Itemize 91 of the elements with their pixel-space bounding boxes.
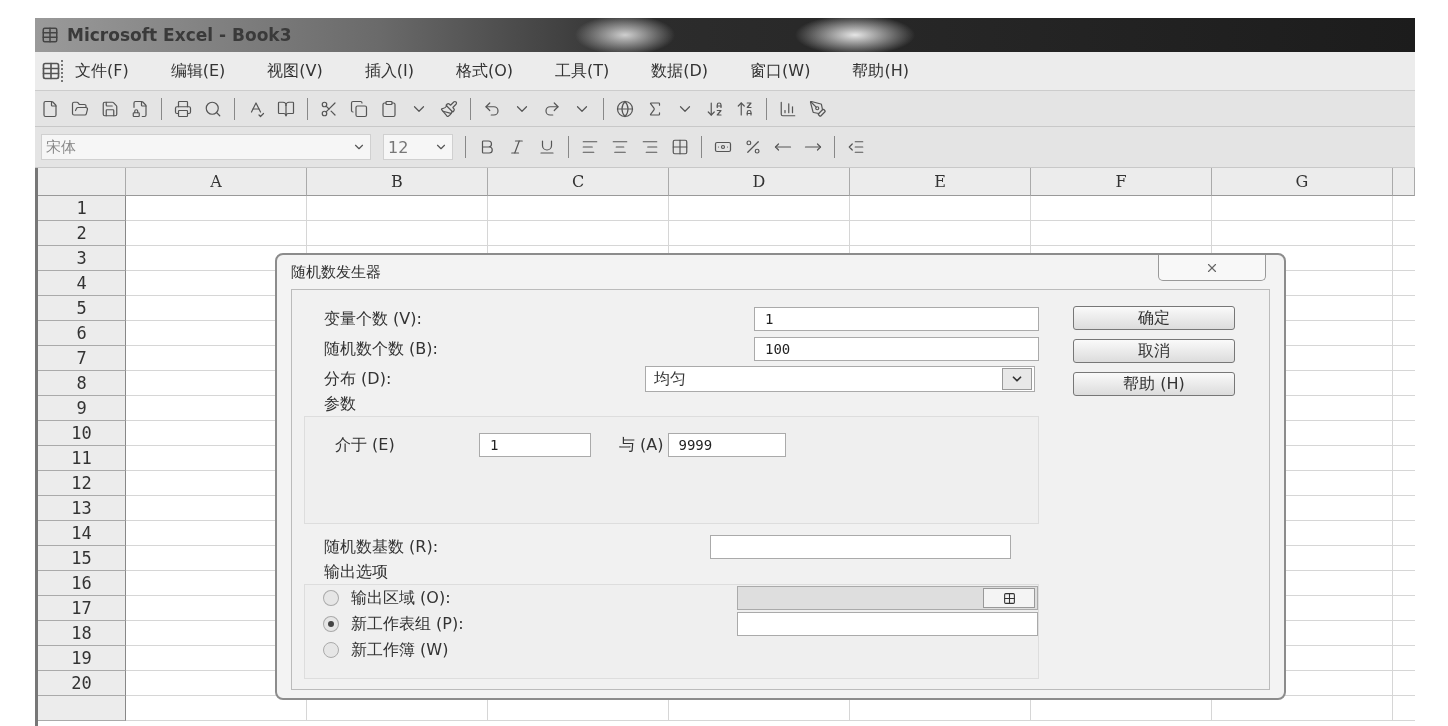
row-header[interactable]: 5 [38, 296, 126, 321]
sort-descending-icon[interactable] [736, 99, 754, 118]
dialog-button[interactable]: 取消 [1073, 339, 1235, 363]
column-header[interactable]: B [307, 168, 488, 196]
underline-icon[interactable] [538, 138, 556, 156]
row-header[interactable]: 19 [38, 646, 126, 671]
column-header[interactable]: F [1031, 168, 1212, 196]
merge-cells-icon[interactable] [671, 138, 689, 156]
folder-icon[interactable] [71, 99, 89, 118]
row-header[interactable]: 6 [38, 321, 126, 346]
undo-icon[interactable] [483, 99, 501, 118]
field-label: 与 (A) [619, 434, 664, 456]
close-button[interactable] [1158, 255, 1266, 281]
row-header[interactable]: 9 [38, 396, 126, 421]
italic-icon[interactable] [508, 138, 526, 156]
radio-button[interactable] [323, 616, 339, 632]
menu-item[interactable]: 窗口(W) [750, 60, 811, 82]
indent-icon[interactable] [847, 138, 865, 156]
input-field[interactable]: 100 [754, 337, 1039, 361]
input-field[interactable]: 1 [754, 307, 1039, 331]
row-header[interactable]: 7 [38, 346, 126, 371]
row-header[interactable]: 17 [38, 596, 126, 621]
save-icon[interactable] [101, 99, 119, 118]
align-center-icon[interactable] [611, 138, 629, 156]
row-header[interactable]: 8 [38, 371, 126, 396]
dialog-title: 随机数发生器 [291, 262, 381, 282]
menu-item[interactable]: 数据(D) [651, 60, 709, 82]
row-header[interactable]: 14 [38, 521, 126, 546]
app-icon [41, 26, 59, 44]
printer-icon[interactable] [174, 99, 192, 118]
copy-icon[interactable] [350, 99, 368, 118]
menu-item[interactable]: 视图(V) [267, 60, 323, 82]
menu-item[interactable]: 文件(F) [75, 60, 129, 82]
row-header[interactable]: 2 [38, 221, 126, 246]
field-label: 分布 (D): [324, 368, 393, 390]
range-field[interactable] [737, 586, 1038, 610]
input-field[interactable]: 9999 [667, 433, 786, 457]
window-title: Microsoft Excel - Book3 [67, 25, 292, 45]
menu-item[interactable]: 格式(O) [455, 60, 513, 82]
redo-icon[interactable] [543, 99, 561, 118]
input-field[interactable]: 1 [479, 433, 591, 457]
row-header[interactable]: 15 [38, 546, 126, 571]
paste-icon[interactable] [380, 99, 398, 118]
align-right-icon[interactable] [641, 138, 659, 156]
chart-icon[interactable] [779, 99, 797, 118]
format-painter-icon[interactable] [440, 99, 458, 118]
row-header[interactable]: 18 [38, 621, 126, 646]
input-field[interactable] [737, 612, 1038, 636]
column-header[interactable]: A [126, 168, 307, 196]
option-label: 新工作表组 (P): [351, 613, 465, 635]
field-label: 介于 (E) [335, 434, 396, 456]
menu-item[interactable]: 编辑(E) [170, 60, 226, 82]
row-header[interactable]: 1 [38, 196, 126, 221]
group-title: 参数 [323, 394, 357, 415]
row-header[interactable]: 13 [38, 496, 126, 521]
column-header[interactable]: D [669, 168, 850, 196]
input-field[interactable] [710, 535, 1011, 559]
row-header[interactable]: 10 [38, 421, 126, 446]
row-header[interactable]: 12 [38, 471, 126, 496]
option-label: 新工作簿 (W) [351, 639, 450, 661]
distribution-dropdown[interactable]: 均匀 [645, 366, 1035, 392]
field-label: 变量个数 (V): [324, 308, 423, 330]
row-header[interactable]: 11 [38, 446, 126, 471]
sheet-icon[interactable] [41, 61, 61, 81]
row-header[interactable]: 4 [38, 271, 126, 296]
radio-button[interactable] [323, 590, 339, 606]
dialog-button[interactable]: 确定 [1073, 306, 1235, 330]
menu-item[interactable]: 帮助(H) [852, 60, 909, 82]
field-label: 随机数基数 (R): [324, 536, 440, 558]
permission-icon[interactable] [131, 99, 149, 118]
column-header[interactable]: E [850, 168, 1031, 196]
row-header[interactable]: 16 [38, 571, 126, 596]
percent-icon[interactable] [744, 138, 762, 156]
align-left-icon[interactable] [581, 138, 599, 156]
column-header[interactable]: C [488, 168, 669, 196]
menu-item[interactable]: 插入(I) [364, 60, 414, 82]
field-label: 随机数个数 (B): [324, 338, 439, 360]
row-header[interactable]: 20 [38, 671, 126, 696]
menu-item[interactable]: 工具(T) [555, 60, 610, 82]
group-title: 输出选项 [323, 562, 389, 583]
new-file-icon[interactable] [41, 99, 59, 118]
dialog-button[interactable]: 帮助 (H) [1073, 372, 1235, 396]
print-preview-icon[interactable] [204, 99, 222, 118]
sort-ascending-icon[interactable] [706, 99, 724, 118]
option-label: 输出区域 (O): [351, 587, 452, 609]
cut-icon[interactable] [320, 99, 338, 118]
range-picker-icon[interactable] [1002, 591, 1016, 605]
font-size-field[interactable]: 12 [383, 134, 453, 160]
row-header[interactable]: 3 [38, 246, 126, 271]
column-header[interactable]: G [1212, 168, 1393, 196]
radio-button[interactable] [323, 642, 339, 658]
